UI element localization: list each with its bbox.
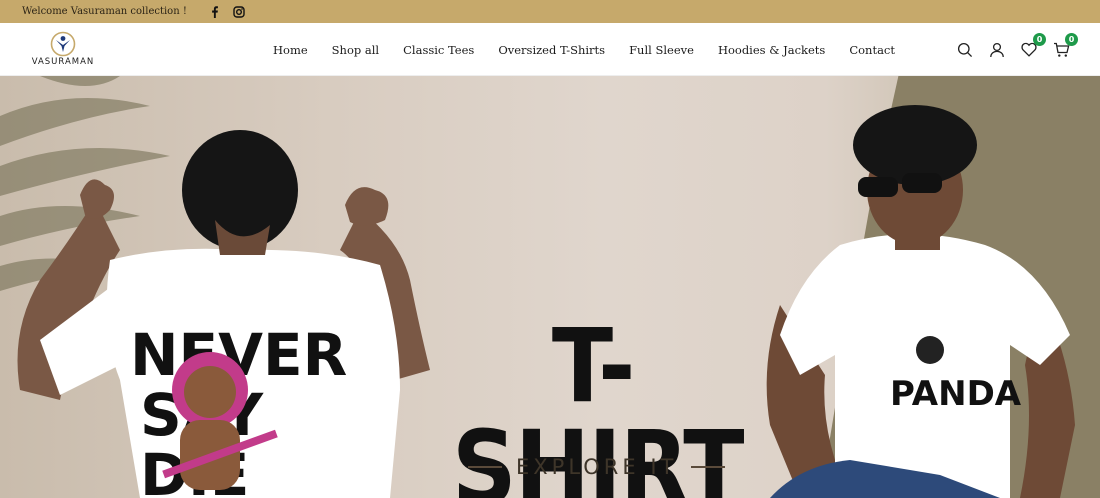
wishlist-button[interactable]: 0 bbox=[1020, 32, 1046, 59]
announcement-bar: Welcome Vasuraman collection ! bbox=[0, 0, 1100, 23]
model-left-image: NEVER SAY DIE bbox=[17, 130, 430, 498]
social-links bbox=[209, 5, 245, 18]
main-nav: Home Shop all Classic Tees Oversized T-S… bbox=[273, 23, 919, 76]
subtitle-rule-right bbox=[691, 466, 726, 468]
account-icon[interactable] bbox=[988, 41, 1006, 59]
welcome-text: Welcome Vasuraman collection ! bbox=[22, 6, 187, 17]
site-header: VASURAMAN Home Shop all Classic Tees Ove… bbox=[0, 23, 1100, 76]
search-icon[interactable] bbox=[956, 41, 974, 59]
nav-shop-all[interactable]: Shop all bbox=[332, 43, 379, 57]
hero-subtitle[interactable]: EXPLORE IT bbox=[468, 455, 728, 479]
logo-mark-icon bbox=[50, 31, 76, 57]
header-actions: 0 0 bbox=[956, 23, 1078, 76]
explore-link[interactable]: EXPLORE IT bbox=[516, 455, 677, 479]
nav-contact[interactable]: Contact bbox=[849, 43, 895, 57]
brand-name: VASURAMAN bbox=[31, 57, 95, 67]
cart-count-badge: 0 bbox=[1065, 32, 1078, 46]
nav-classic-tees[interactable]: Classic Tees bbox=[403, 43, 474, 57]
wishlist-count-badge: 0 bbox=[1033, 32, 1046, 46]
nav-home[interactable]: Home bbox=[273, 43, 308, 57]
brand-logo[interactable]: VASURAMAN bbox=[24, 31, 102, 71]
nav-full-sleeve[interactable]: Full Sleeve bbox=[629, 43, 694, 57]
shirt-right-print: PANDA bbox=[890, 374, 1022, 414]
facebook-icon[interactable] bbox=[209, 5, 221, 18]
model-right-image: PANDA bbox=[766, 105, 1075, 498]
nav-oversized-tshirts[interactable]: Oversized T-Shirts bbox=[498, 43, 605, 57]
hero-banner[interactable]: NEVER SAY DIE PANDA T-SHIRT EXPLORE IT bbox=[0, 76, 1100, 498]
instagram-icon[interactable] bbox=[233, 5, 245, 18]
subtitle-rule-left bbox=[468, 466, 502, 468]
cart-button[interactable]: 0 bbox=[1052, 32, 1078, 59]
nav-hoodies-jackets[interactable]: Hoodies & Jackets bbox=[718, 43, 825, 57]
